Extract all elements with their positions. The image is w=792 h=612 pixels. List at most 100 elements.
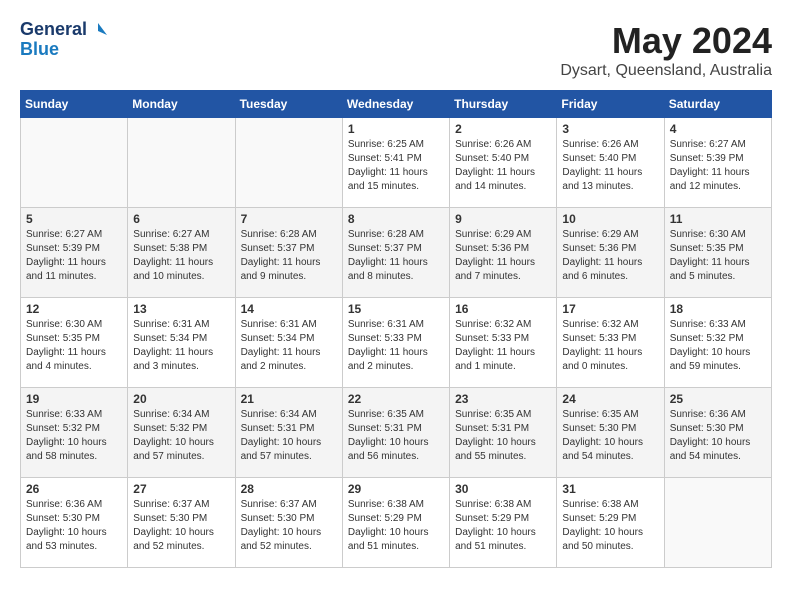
calendar-cell: 4 Sunrise: 6:27 AM Sunset: 5:39 PM Daylig… [664,118,771,208]
day-number: 27 [133,482,229,496]
day-info: Sunrise: 6:31 AM Sunset: 5:34 PM Dayligh… [133,318,229,374]
weekday-header-sunday: Sunday [21,91,128,118]
day-number: 2 [455,122,551,136]
day-info: Sunrise: 6:31 AM Sunset: 5:33 PM Dayligh… [348,318,444,374]
day-number: 3 [562,122,658,136]
calendar-cell: 14 Sunrise: 6:31 AM Sunset: 5:34 PM Dayli… [235,298,342,388]
weekday-header-tuesday: Tuesday [235,91,342,118]
calendar-cell: 1 Sunrise: 6:25 AM Sunset: 5:41 PM Daylig… [342,118,449,208]
calendar-cell: 6Sunrise: 6:27 AM Sunset: 5:38 PM Daylig… [128,208,235,298]
logo-bird-icon [89,21,107,39]
calendar-cell: 30Sunrise: 6:38 AM Sunset: 5:29 PM Dayli… [450,478,557,568]
day-info: Sunrise: 6:36 AM Sunset: 5:30 PM Dayligh… [26,498,122,554]
calendar-cell: 20 Sunrise: 6:34 AM Sunset: 5:32 PM Dayli… [128,388,235,478]
day-number: 21 [241,392,337,406]
calendar-cell: 12Sunrise: 6:30 AM Sunset: 5:35 PM Dayli… [21,298,128,388]
day-number: 29 [348,482,444,496]
day-info: Sunrise: 6:34 AM Sunset: 5:32 PM Dayligh… [133,408,229,464]
calendar-cell: 19 Sunrise: 6:33 AM Sunset: 5:32 PM Dayli… [21,388,128,478]
calendar-cell: 5Sunrise: 6:27 AM Sunset: 5:39 PM Daylig… [21,208,128,298]
day-info: Sunrise: 6:34 AM Sunset: 5:31 PM Dayligh… [241,408,337,464]
day-info: Sunrise: 6:31 AM Sunset: 5:34 PM Dayligh… [241,318,337,374]
day-number: 14 [241,302,337,316]
day-info: Sunrise: 6:36 AM Sunset: 5:30 PM Dayligh… [670,408,766,464]
day-number: 10 [562,212,658,226]
calendar-cell: 25 Sunrise: 6:36 AM Sunset: 5:30 PM Dayli… [664,388,771,478]
day-info: Sunrise: 6:33 AM Sunset: 5:32 PM Dayligh… [26,408,122,464]
calendar-cell: 23 Sunrise: 6:35 AM Sunset: 5:31 PM Dayli… [450,388,557,478]
day-info: Sunrise: 6:35 AM Sunset: 5:30 PM Dayligh… [562,408,658,464]
logo-general: General [20,20,87,40]
logo-blue: Blue [20,40,59,60]
day-info: Sunrise: 6:28 AM Sunset: 5:37 PM Dayligh… [348,228,444,284]
day-info: Sunrise: 6:27 AM Sunset: 5:39 PM Dayligh… [670,138,766,194]
day-info: Sunrise: 6:33 AM Sunset: 5:32 PM Dayligh… [670,318,766,374]
day-info: Sunrise: 6:25 AM Sunset: 5:41 PM Dayligh… [348,138,444,194]
calendar-cell: 31 Sunrise: 6:38 AM Sunset: 5:29 PM Dayli… [557,478,664,568]
calendar-cell [21,118,128,208]
day-number: 26 [26,482,122,496]
day-info: Sunrise: 6:32 AM Sunset: 5:33 PM Dayligh… [562,318,658,374]
calendar-cell: 15 Sunrise: 6:31 AM Sunset: 5:33 PM Dayli… [342,298,449,388]
calendar-cell: 17Sunrise: 6:32 AM Sunset: 5:33 PM Dayli… [557,298,664,388]
day-info: Sunrise: 6:35 AM Sunset: 5:31 PM Dayligh… [348,408,444,464]
day-number: 8 [348,212,444,226]
day-info: Sunrise: 6:35 AM Sunset: 5:31 PM Dayligh… [455,408,551,464]
day-number: 20 [133,392,229,406]
day-info: Sunrise: 6:38 AM Sunset: 5:29 PM Dayligh… [348,498,444,554]
weekday-header-monday: Monday [128,91,235,118]
calendar-cell: 24 Sunrise: 6:35 AM Sunset: 5:30 PM Dayli… [557,388,664,478]
day-number: 22 [348,392,444,406]
day-number: 15 [348,302,444,316]
weekday-header-row: SundayMondayTuesdayWednesdayThursdayFrid… [21,91,772,118]
calendar-cell: 7 Sunrise: 6:28 AM Sunset: 5:37 PM Daylig… [235,208,342,298]
weekday-header-friday: Friday [557,91,664,118]
day-info: Sunrise: 6:26 AM Sunset: 5:40 PM Dayligh… [455,138,551,194]
calendar-row-2: 5Sunrise: 6:27 AM Sunset: 5:39 PM Daylig… [21,208,772,298]
day-number: 4 [670,122,766,136]
day-number: 23 [455,392,551,406]
day-info: Sunrise: 6:38 AM Sunset: 5:29 PM Dayligh… [455,498,551,554]
day-number: 6 [133,212,229,226]
day-info: Sunrise: 6:28 AM Sunset: 5:37 PM Dayligh… [241,228,337,284]
day-info: Sunrise: 6:29 AM Sunset: 5:36 PM Dayligh… [455,228,551,284]
calendar-row-4: 19 Sunrise: 6:33 AM Sunset: 5:32 PM Dayli… [21,388,772,478]
day-number: 16 [455,302,551,316]
calendar-cell: 28 Sunrise: 6:37 AM Sunset: 5:30 PM Dayli… [235,478,342,568]
logo: General Blue [20,20,107,60]
day-info: Sunrise: 6:37 AM Sunset: 5:30 PM Dayligh… [241,498,337,554]
day-number: 13 [133,302,229,316]
calendar-row-5: 26 Sunrise: 6:36 AM Sunset: 5:30 PM Dayli… [21,478,772,568]
header: General Blue May 2024 Dysart, Queensland… [20,20,772,80]
calendar-cell: 13 Sunrise: 6:31 AM Sunset: 5:34 PM Dayli… [128,298,235,388]
day-number: 1 [348,122,444,136]
calendar-cell: 22 Sunrise: 6:35 AM Sunset: 5:31 PM Dayli… [342,388,449,478]
calendar-cell [128,118,235,208]
day-number: 5 [26,212,122,226]
day-number: 11 [670,212,766,226]
day-number: 24 [562,392,658,406]
weekday-header-wednesday: Wednesday [342,91,449,118]
day-number: 25 [670,392,766,406]
day-number: 7 [241,212,337,226]
calendar-cell: 8 Sunrise: 6:28 AM Sunset: 5:37 PM Daylig… [342,208,449,298]
day-number: 9 [455,212,551,226]
calendar-row-3: 12Sunrise: 6:30 AM Sunset: 5:35 PM Dayli… [21,298,772,388]
location-title: Dysart, Queensland, Australia [560,62,772,80]
calendar-cell: 18 Sunrise: 6:33 AM Sunset: 5:32 PM Dayli… [664,298,771,388]
day-number: 28 [241,482,337,496]
calendar-cell: 29 Sunrise: 6:38 AM Sunset: 5:29 PM Dayli… [342,478,449,568]
calendar-table: SundayMondayTuesdayWednesdayThursdayFrid… [20,90,772,568]
calendar-cell [664,478,771,568]
day-info: Sunrise: 6:38 AM Sunset: 5:29 PM Dayligh… [562,498,658,554]
day-info: Sunrise: 6:26 AM Sunset: 5:40 PM Dayligh… [562,138,658,194]
calendar-cell: 16Sunrise: 6:32 AM Sunset: 5:33 PM Dayli… [450,298,557,388]
calendar-cell: 3 Sunrise: 6:26 AM Sunset: 5:40 PM Daylig… [557,118,664,208]
day-number: 19 [26,392,122,406]
day-number: 31 [562,482,658,496]
day-number: 18 [670,302,766,316]
calendar-cell: 2 Sunrise: 6:26 AM Sunset: 5:40 PM Daylig… [450,118,557,208]
day-number: 12 [26,302,122,316]
day-info: Sunrise: 6:29 AM Sunset: 5:36 PM Dayligh… [562,228,658,284]
calendar-cell: 9 Sunrise: 6:29 AM Sunset: 5:36 PM Daylig… [450,208,557,298]
